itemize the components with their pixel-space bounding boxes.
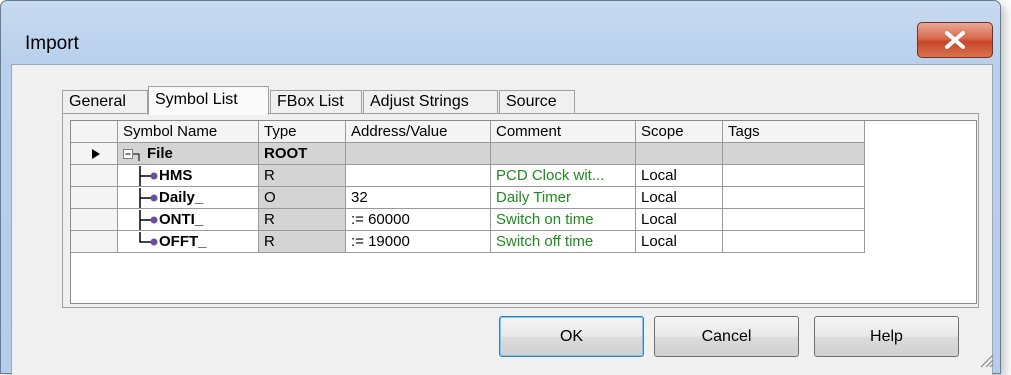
close-icon [945,31,965,49]
tab-source[interactable]: Source [499,90,575,114]
symbol-address[interactable] [345,164,491,187]
row-selector[interactable] [71,208,118,231]
symbol-comment[interactable]: PCD Clock wit... [490,164,636,187]
column-header-type[interactable]: Type [258,121,346,143]
symbol-address[interactable]: 32 [345,186,491,209]
column-header-comment[interactable]: Comment [490,121,636,143]
tab-adjust-strings[interactable]: Adjust Strings [363,90,498,114]
column-header-tags[interactable]: Tags [722,121,865,143]
symbol-comment[interactable]: Switch off time [490,230,636,253]
symbol-scope[interactable]: Local [635,230,723,253]
collapse-tree-icon[interactable] [123,147,147,162]
ok-button[interactable]: OK [499,316,644,357]
symbol-tags[interactable] [722,230,865,253]
row-selector[interactable] [71,142,118,165]
symbol-name: ONTI_ [159,210,204,228]
table-row[interactable]: HMS R PCD Clock wit... Local [71,164,865,187]
current-row-arrow-icon [92,149,100,160]
row-header-corner [71,121,118,143]
symbol-name: OFFT_ [159,232,207,250]
symbol-type: R [258,230,346,253]
window-title: Import [25,33,79,54]
resize-grip-icon[interactable] [978,352,994,368]
cancel-button[interactable]: Cancel [654,316,799,357]
column-header-symbol-name[interactable]: Symbol Name [117,121,259,143]
symbol-scope[interactable]: Local [635,164,723,187]
close-button[interactable] [917,22,993,58]
tab-fbox-list[interactable]: FBox List [270,90,362,114]
column-header-address-value[interactable]: Address/Value [345,121,491,143]
tree-branch-icon [139,187,158,208]
tree-last-branch-icon [139,231,158,245]
table-row[interactable]: Daily_ O 32 Daily Timer Local [71,186,865,209]
symbol-address[interactable]: := 60000 [345,208,491,231]
symbol-grid[interactable]: Symbol Name Type Address/Value Comment S… [70,120,977,304]
table-row[interactable]: ONTI_ R := 60000 Switch on time Local [71,208,865,231]
symbol-comment[interactable]: Daily Timer [490,186,636,209]
symbol-comment[interactable]: Switch on time [490,208,636,231]
symbol-scope[interactable]: Local [635,186,723,209]
row-selector[interactable] [71,230,118,253]
symbol-type: O [258,186,346,209]
row-selector[interactable] [71,164,118,187]
column-header-scope[interactable]: Scope [635,121,723,143]
symbol-tags[interactable] [722,186,865,209]
symbol-scope[interactable]: Local [635,208,723,231]
tab-general[interactable]: General [62,90,148,114]
symbol-tags[interactable] [722,208,865,231]
symbol-type: R [258,164,346,187]
symbol-name: HMS [159,166,193,184]
row-selector[interactable] [71,186,118,209]
grid-header-row: Symbol Name Type Address/Value Comment S… [71,121,865,143]
tree-branch-icon [139,165,158,186]
table-row-root[interactable]: File ROOT [71,142,865,165]
help-button[interactable]: Help [814,316,959,357]
tab-symbol-list[interactable]: Symbol List [148,86,269,115]
symbol-name: Daily_ [159,188,204,206]
tree-branch-icon [139,209,158,230]
root-type: ROOT [258,142,346,165]
symbol-tags[interactable] [722,164,865,187]
symbol-address[interactable]: := 19000 [345,230,491,253]
symbol-type: R [258,208,346,231]
root-symbol-name: File [147,145,173,162]
table-row[interactable]: OFFT_ R := 19000 Switch off time Local [71,230,865,253]
